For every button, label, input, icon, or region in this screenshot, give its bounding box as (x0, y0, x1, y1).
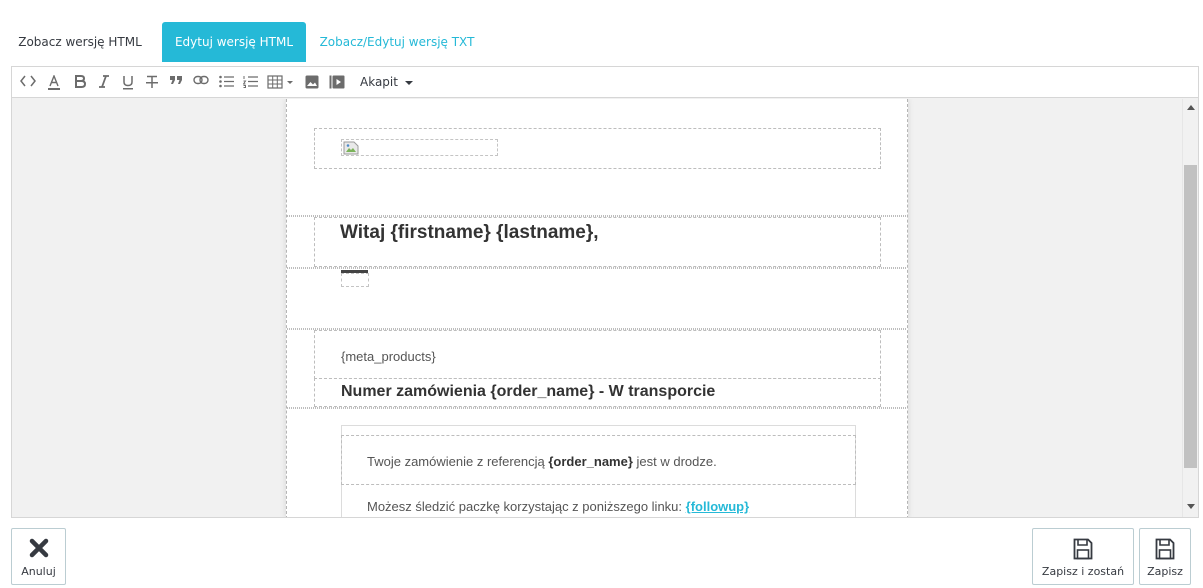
strikethrough-icon[interactable] (142, 72, 162, 92)
greeting-heading: Witaj {firstname} {lastname}, (340, 222, 599, 243)
scroll-down-arrow-icon[interactable] (1187, 504, 1195, 509)
italic-icon[interactable] (94, 72, 114, 92)
cancel-button-label: Anuluj (21, 565, 56, 578)
text-segment: Twoje zamówienie z referencją (367, 454, 549, 469)
caret-down-icon (404, 80, 413, 85)
save-button[interactable]: Zapisz (1139, 528, 1191, 585)
text-segment: jest w drodze. (632, 454, 717, 469)
save-icon (1073, 538, 1093, 560)
cancel-button[interactable]: Anuluj (11, 528, 66, 585)
separator-cell (341, 273, 369, 287)
link-icon[interactable] (190, 72, 212, 92)
scrollbar-thumb[interactable] (1184, 165, 1197, 468)
tab-bar: Zobacz wersję HTML Edytuj wersję HTML Zo… (0, 22, 1203, 63)
tab-view-edit-txt[interactable]: Zobacz/Edytuj wersję TXT (308, 22, 486, 62)
bullet-list-icon[interactable] (216, 72, 236, 92)
order-on-the-way-text: Twoje zamówienie z referencją {order_nam… (367, 454, 717, 469)
save-icon (1155, 538, 1175, 560)
section-divider (287, 407, 907, 409)
image-icon[interactable] (302, 72, 322, 92)
underline-icon[interactable] (118, 72, 138, 92)
order-name-placeholder: {order_name} (548, 454, 633, 469)
tab-view-html[interactable]: Zobacz wersję HTML (12, 22, 148, 62)
close-icon (29, 538, 48, 558)
meta-products-text: {meta_products} (341, 349, 436, 364)
code-icon[interactable] (18, 72, 38, 92)
bold-icon[interactable] (70, 72, 90, 92)
tab-edit-html[interactable]: Edytuj wersję HTML (162, 22, 306, 62)
html-editor: Akapit Witaj {firstname} {lastname}, {me… (11, 66, 1199, 518)
numbered-list-icon[interactable] (240, 72, 260, 92)
save-and-stay-button[interactable]: Zapisz i zostań (1032, 528, 1134, 585)
paragraph-format-dropdown[interactable]: Akapit (354, 72, 416, 92)
email-template-page: Witaj {firstname} {lastname}, {meta_prod… (286, 99, 908, 517)
tracking-text: Możesz śledzić paczkę korzystając z poni… (367, 499, 749, 514)
scroll-up-arrow-icon[interactable] (1187, 105, 1195, 110)
text-segment: Możesz śledzić paczkę korzystając z poni… (367, 499, 686, 514)
video-icon[interactable] (326, 72, 348, 92)
broken-image-icon (343, 141, 359, 155)
paragraph-format-label: Akapit (360, 75, 398, 89)
editor-toolbar: Akapit (12, 67, 1198, 98)
logo-image-placeholder (341, 139, 498, 156)
editor-content-area[interactable]: Witaj {firstname} {lastname}, {meta_prod… (12, 99, 1182, 517)
save-button-label: Zapisz (1147, 565, 1183, 578)
save-and-stay-label: Zapisz i zostań (1041, 565, 1125, 578)
followup-link[interactable]: {followup} (686, 499, 750, 514)
text-color-icon[interactable] (44, 72, 64, 92)
editor-scrollbar[interactable] (1182, 99, 1198, 517)
order-title-heading: Numer zamówienia {order_name} - W transp… (341, 383, 716, 400)
table-icon[interactable] (264, 72, 298, 92)
section-divider (287, 267, 907, 269)
quote-icon[interactable] (166, 72, 186, 92)
